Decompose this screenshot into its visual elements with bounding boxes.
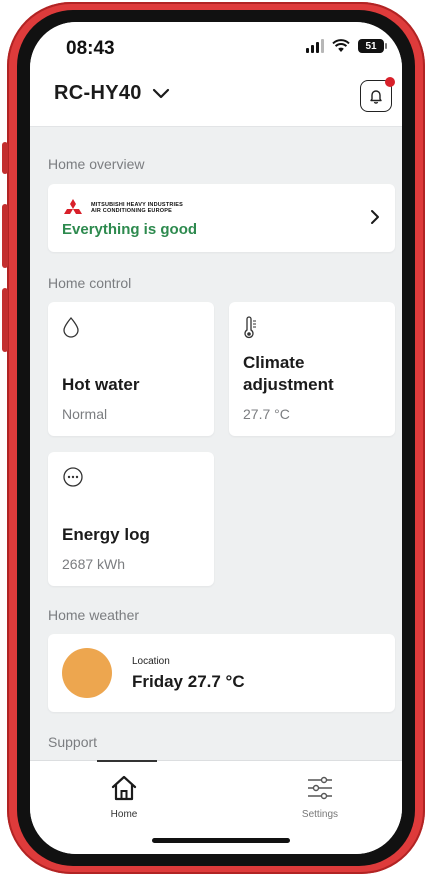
mitsubishi-logo-icon: [64, 199, 82, 214]
thermometer-icon: [244, 316, 256, 339]
home-icon: [111, 775, 137, 801]
water-drop-icon: [63, 317, 79, 338]
brand-line-2: AIR CONDITIONING EUROPE: [91, 208, 172, 214]
screen: 08:43 51 RC-HY40 Home overview MITSUBISH…: [30, 22, 402, 854]
hot-water-tile[interactable]: Hot water Normal: [48, 302, 214, 436]
tab-home[interactable]: Home: [64, 760, 184, 831]
side-button: [2, 142, 8, 174]
volume-down-button: [2, 288, 8, 352]
brand-logo: MITSUBISHI HEAVY INDUSTRIES AIR CONDITIO…: [62, 199, 183, 217]
home-weather-heading: Home weather: [48, 607, 140, 623]
sun-icon: [62, 648, 112, 698]
home-overview-card[interactable]: MITSUBISHI HEAVY INDUSTRIES AIR CONDITIO…: [48, 184, 395, 252]
energy-log-tile[interactable]: Energy log 2687 kWh: [48, 452, 214, 586]
climate-title-line-1: Climate: [243, 353, 305, 372]
weather-summary: Friday 27.7 °C: [132, 672, 245, 691]
energy-log-title: Energy log: [62, 525, 150, 544]
status-time: 08:43: [66, 38, 115, 59]
chevron-right-icon: [371, 210, 379, 224]
bell-icon: [370, 90, 382, 104]
status-icons: 51: [306, 39, 387, 53]
climate-adjustment-tile[interactable]: Climate adjustment 27.7 °C: [229, 302, 395, 436]
support-heading: Support: [48, 734, 98, 750]
chevron-down-icon: [152, 88, 169, 98]
notifications-button[interactable]: [360, 77, 395, 112]
weather-location: Location: [132, 656, 170, 667]
hot-water-value: Normal: [62, 406, 108, 422]
notification-dot: [385, 77, 395, 87]
home-overview-heading: Home overview: [48, 156, 145, 172]
signal-icon: [306, 39, 324, 53]
hot-water-title: Hot water: [62, 375, 140, 394]
wifi-icon: [332, 39, 350, 52]
device-name: RC-HY40: [54, 82, 142, 104]
tab-settings-label: Settings: [301, 809, 339, 820]
volume-up-button: [2, 204, 8, 268]
tab-home-label: Home: [110, 809, 138, 820]
home-control-heading: Home control: [48, 275, 132, 291]
app-header: 08:43 51 RC-HY40: [30, 22, 402, 127]
energy-log-value: 2687 kWh: [62, 556, 126, 572]
tab-settings[interactable]: Settings: [260, 761, 380, 831]
climate-value: 27.7 °C: [243, 406, 290, 422]
device-selector[interactable]: RC-HY40: [54, 82, 170, 105]
climate-title-line-2: adjustment: [243, 375, 334, 394]
more-circle-icon: [63, 467, 83, 487]
overview-status: Everything is good: [62, 221, 198, 238]
battery-icon: 51: [358, 39, 387, 53]
weather-card[interactable]: Location Friday 27.7 °C: [48, 634, 395, 712]
sliders-icon: [308, 776, 332, 800]
climate-title: Climate adjustment: [243, 352, 334, 396]
home-indicator: [152, 838, 290, 843]
